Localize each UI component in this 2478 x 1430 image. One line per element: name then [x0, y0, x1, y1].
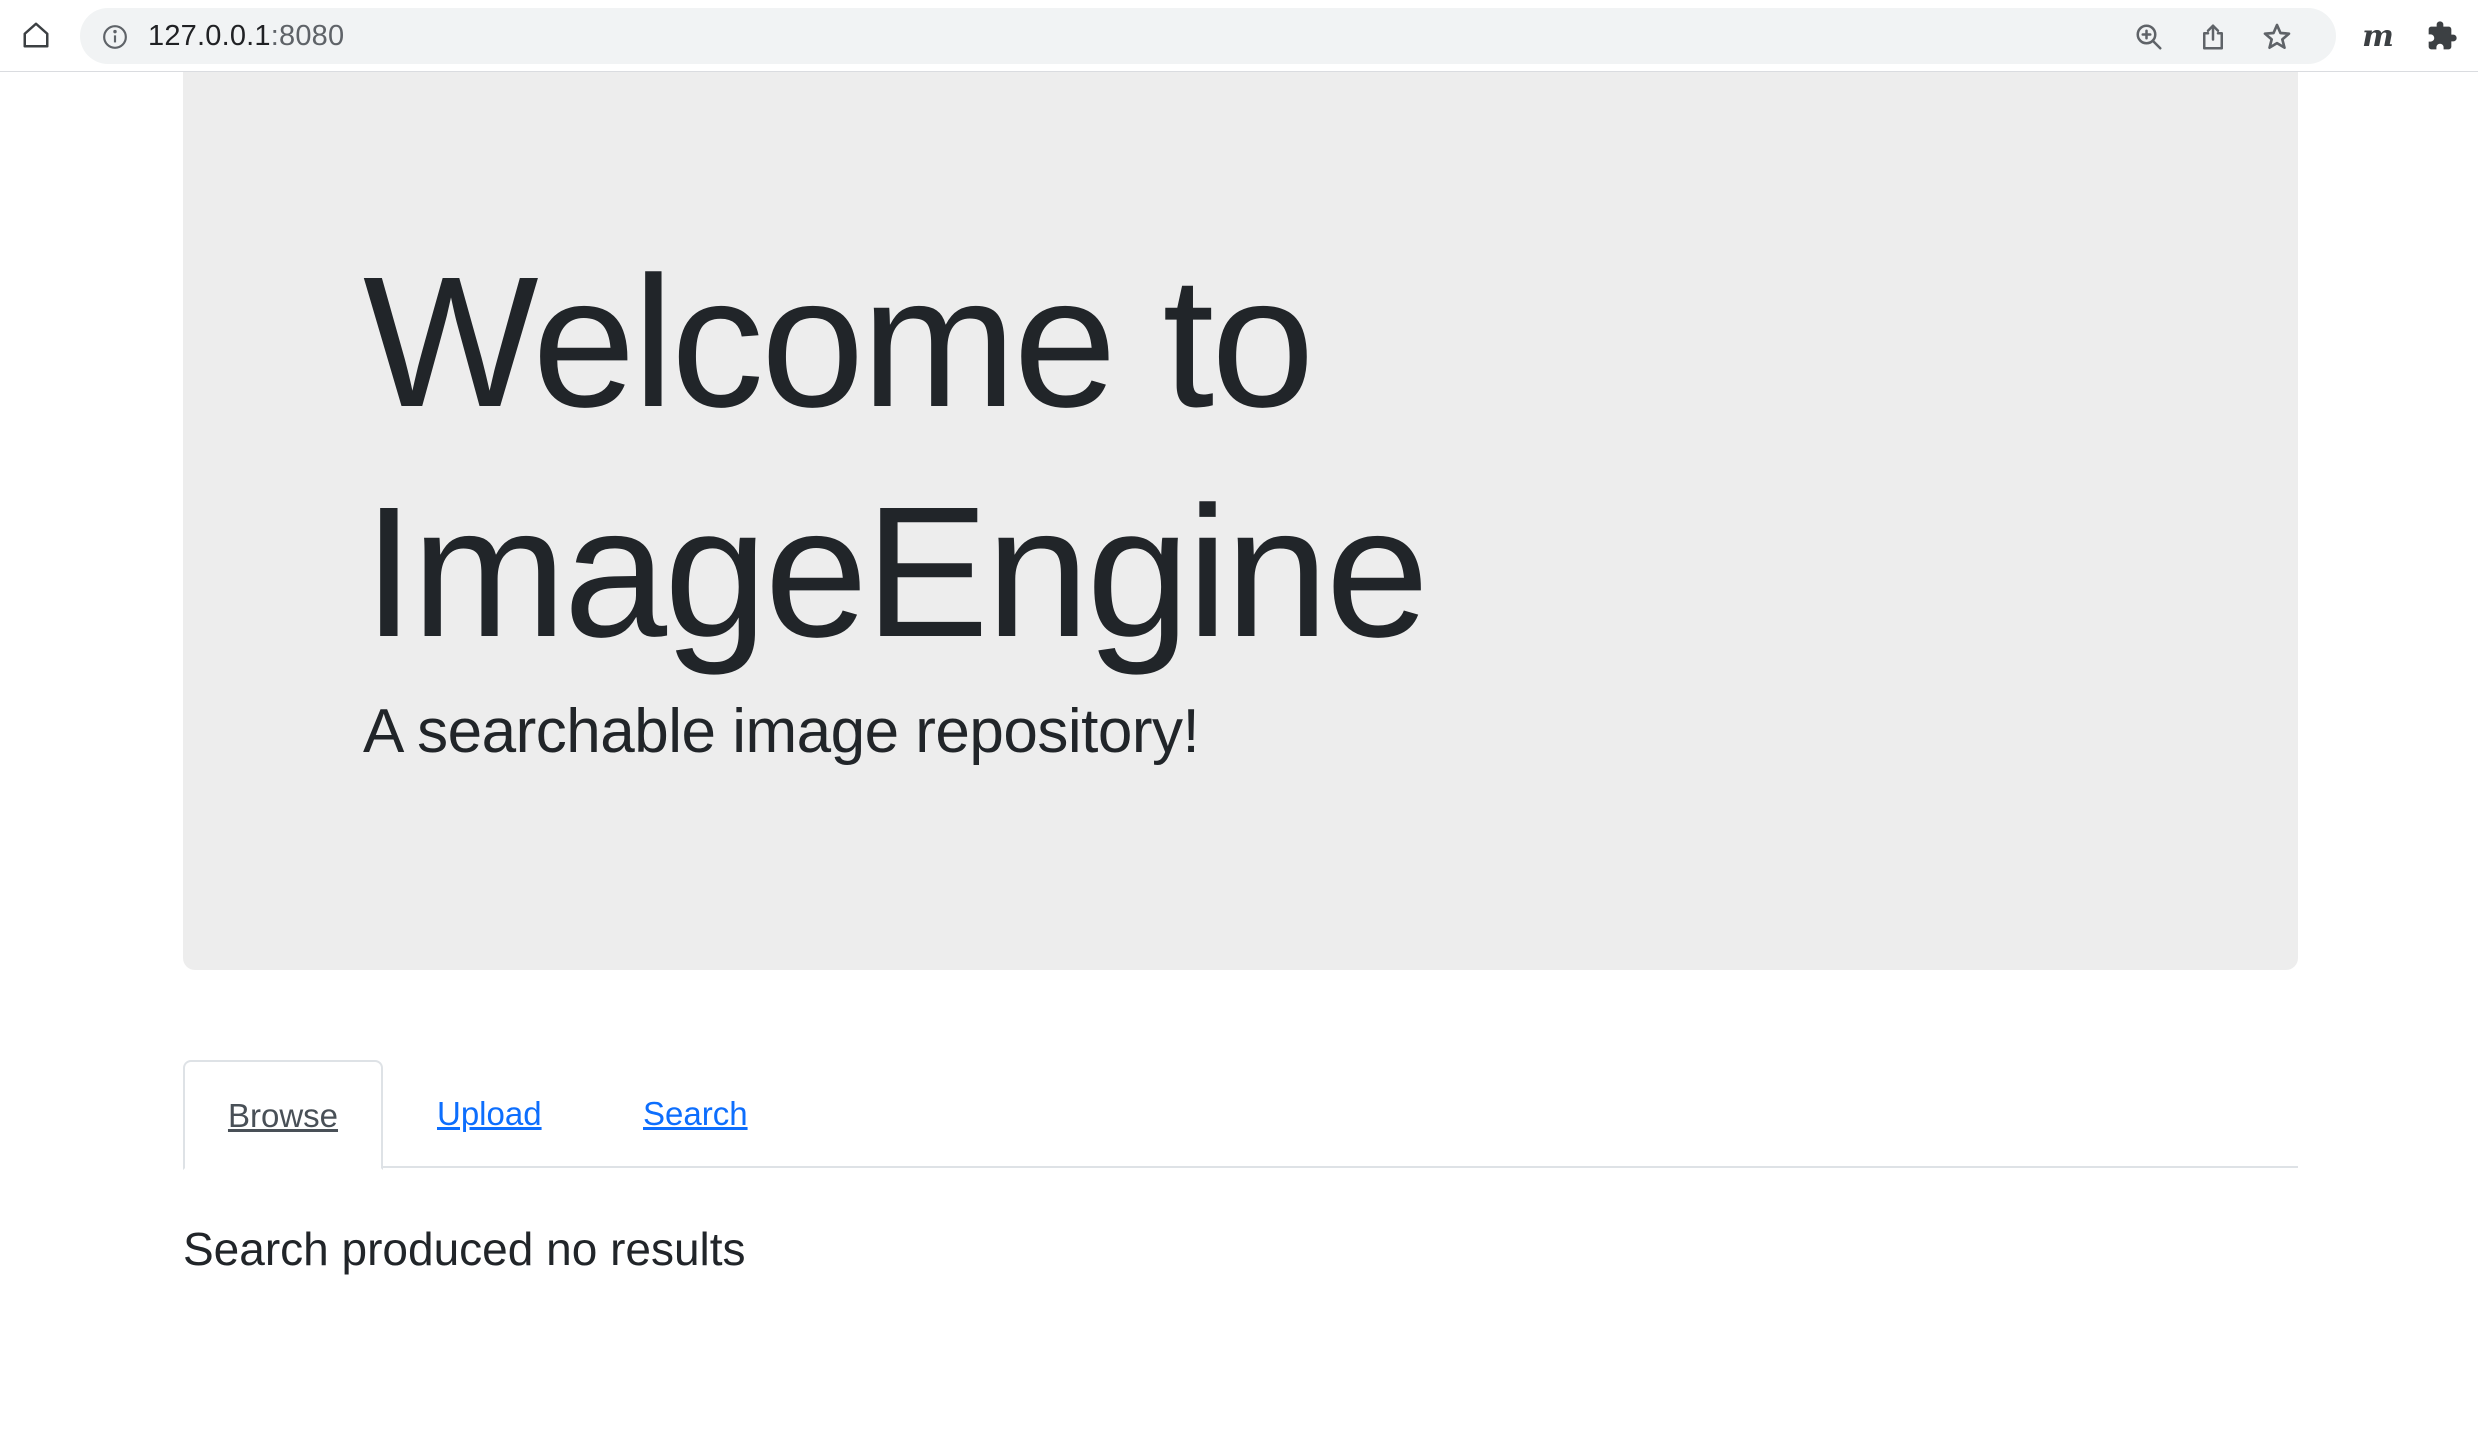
- page-title: Welcome to ImageEngine: [363, 239, 1429, 676]
- url-port: :8080: [270, 20, 345, 52]
- share-icon[interactable]: [2196, 20, 2230, 54]
- tab-search[interactable]: Search: [643, 1060, 748, 1168]
- zoom-icon[interactable]: [2132, 20, 2166, 54]
- address-bar[interactable]: 127.0.0.1:8080: [80, 8, 2336, 64]
- nav-tabs: Browse Upload Search: [183, 1060, 2298, 1170]
- puzzle-extensions-icon[interactable]: [2424, 18, 2460, 54]
- extension-m-icon[interactable]: m: [2360, 18, 2396, 54]
- url-host: 127.0.0.1: [148, 20, 271, 52]
- no-results-message: Search produced no results: [183, 1223, 746, 1275]
- url-text[interactable]: 127.0.0.1:8080: [148, 8, 344, 64]
- extension-m-label: m: [2362, 18, 2394, 54]
- page-subtitle: A searchable image repository!: [363, 697, 1200, 766]
- bookmark-star-icon[interactable]: [2260, 20, 2294, 54]
- tab-browse[interactable]: Browse: [183, 1060, 383, 1170]
- jumbotron: Welcome to ImageEngine A searchable imag…: [183, 72, 2298, 970]
- site-info-icon[interactable]: [102, 24, 128, 50]
- home-icon[interactable]: [18, 17, 54, 53]
- browser-toolbar: 127.0.0.1:8080 m: [0, 0, 2478, 72]
- tab-upload[interactable]: Upload: [437, 1060, 542, 1168]
